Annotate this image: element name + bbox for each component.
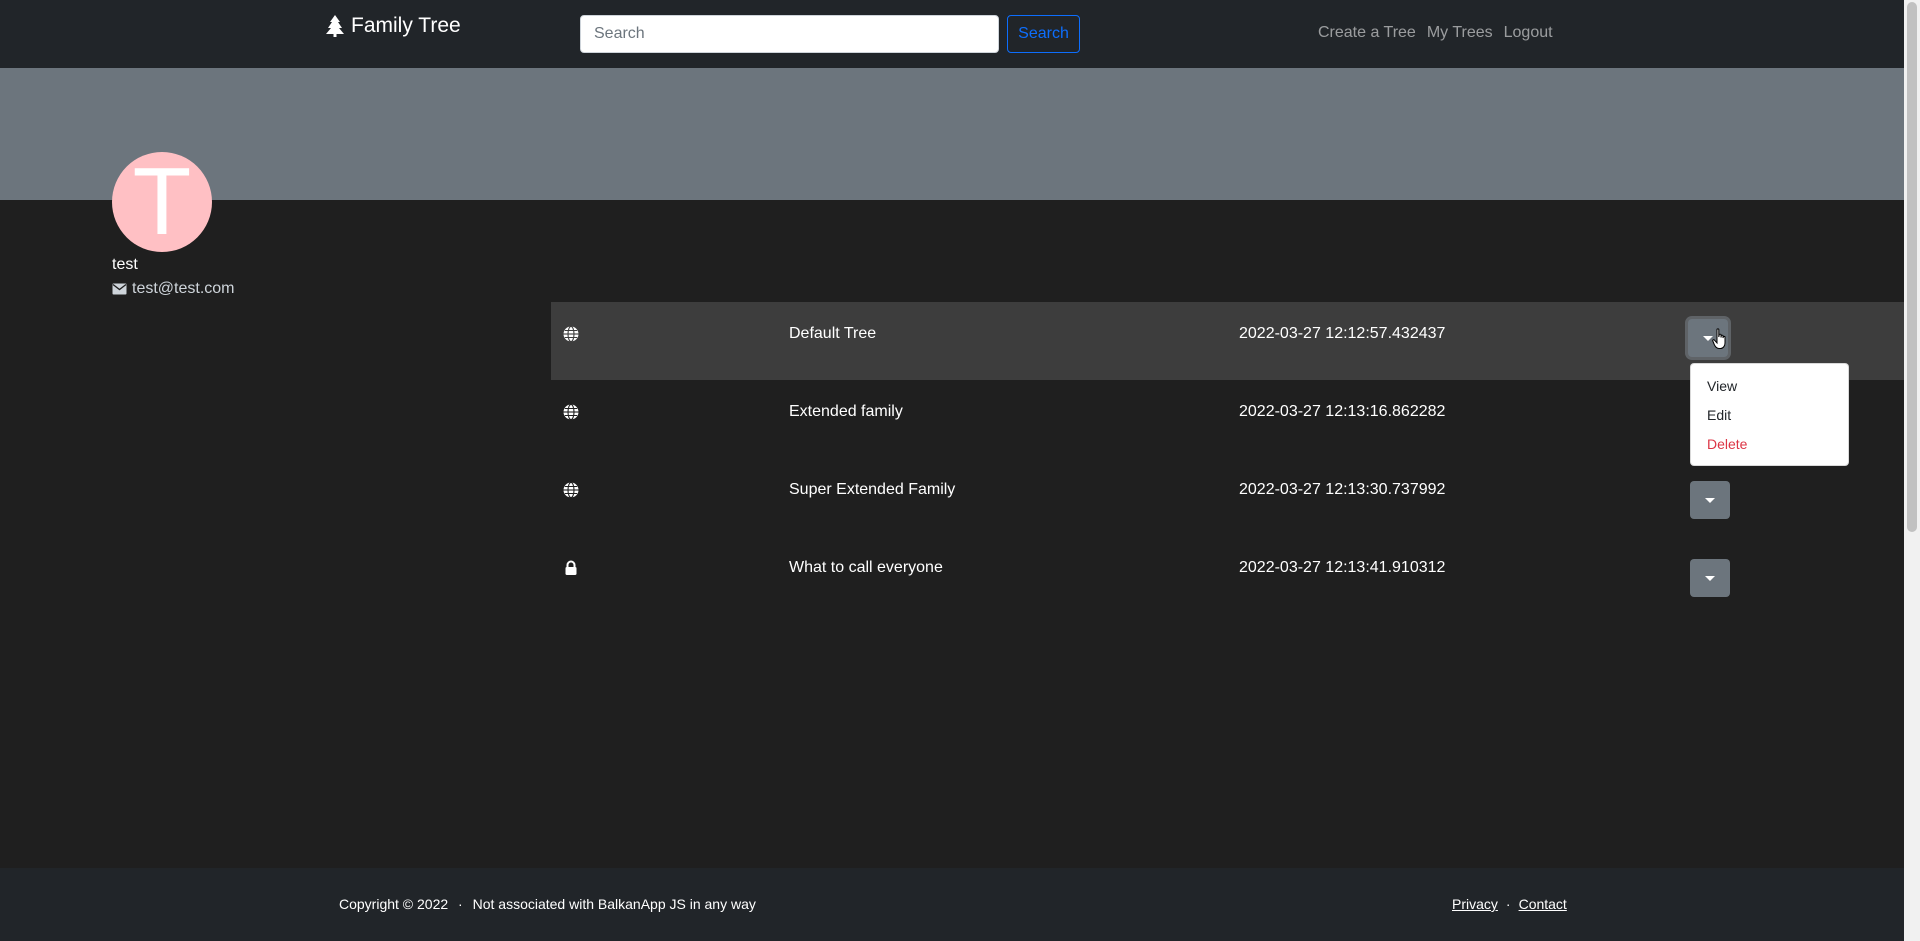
menu-item-edit[interactable]: Edit (1691, 401, 1848, 430)
avatar-letter: T (132, 148, 192, 255)
username: test (112, 256, 138, 273)
globe-icon (563, 326, 579, 342)
privacy-link[interactable]: Privacy (1452, 896, 1498, 912)
footer-links: Privacy · Contact (1452, 896, 1567, 912)
footer-separator: · (458, 896, 463, 912)
contact-link[interactable]: Contact (1519, 896, 1567, 912)
lock-icon (565, 560, 577, 575)
tree-date: 2022-03-27 12:13:30.737992 (1239, 481, 1446, 498)
search-input[interactable] (580, 15, 999, 53)
globe-icon (563, 482, 579, 498)
footer-note: Not associated with BalkanApp JS in any … (472, 896, 756, 912)
nav-create-tree[interactable]: Create a Tree (1318, 24, 1424, 42)
navbar: Family Tree Search Create a Tree My Tree… (0, 0, 1904, 68)
brand-label: Family Tree (351, 14, 461, 37)
envelope-icon (112, 283, 127, 295)
profile-banner (0, 68, 1904, 200)
scrollbar-thumb[interactable] (1907, 2, 1917, 532)
hand-cursor-icon (1712, 328, 1726, 349)
tree-date: 2022-03-27 12:13:41.910312 (1239, 559, 1446, 576)
tree-name[interactable]: Extended family (789, 403, 903, 421)
footer-separator: · (1505, 896, 1511, 912)
table-row: Super Extended Family 2022-03-27 12:13:3… (551, 458, 1904, 536)
footer-left: Copyright © 2022 · Not associated with B… (339, 896, 756, 912)
nav-logout[interactable]: Logout (1504, 24, 1561, 42)
avatar: T (112, 152, 212, 252)
tree-date: 2022-03-27 12:12:57.432437 (1239, 325, 1446, 342)
menu-item-delete[interactable]: Delete (1691, 430, 1848, 459)
search-button[interactable]: Search (1007, 15, 1080, 53)
tree-actions-button[interactable] (1690, 559, 1730, 597)
tree-name[interactable]: What to call everyone (789, 559, 943, 577)
page-scrollbar[interactable] (1904, 0, 1920, 941)
caret-down-icon (1705, 497, 1715, 503)
tree-name[interactable]: Super Extended Family (789, 481, 955, 499)
user-email: test@test.com (112, 280, 235, 298)
nav-links: Create a Tree My Trees Logout (1318, 24, 1564, 42)
email-text: test@test.com (132, 280, 235, 297)
tree-date: 2022-03-27 12:13:16.862282 (1239, 403, 1446, 420)
menu-item-view[interactable]: View (1691, 372, 1848, 401)
nav-my-trees[interactable]: My Trees (1427, 24, 1501, 42)
footer: Copyright © 2022 · Not associated with B… (0, 868, 1904, 941)
globe-icon (563, 404, 579, 420)
tree-name[interactable]: Default Tree (789, 325, 876, 343)
caret-down-icon (1705, 575, 1715, 581)
brand-link[interactable]: Family Tree (325, 14, 461, 38)
tree-icon (326, 15, 344, 37)
tree-actions-button[interactable] (1690, 481, 1730, 519)
table-row: What to call everyone 2022-03-27 12:13:4… (551, 536, 1904, 614)
tree-actions-menu: View Edit Delete (1690, 363, 1849, 466)
copyright-text: Copyright © 2022 (339, 896, 449, 912)
